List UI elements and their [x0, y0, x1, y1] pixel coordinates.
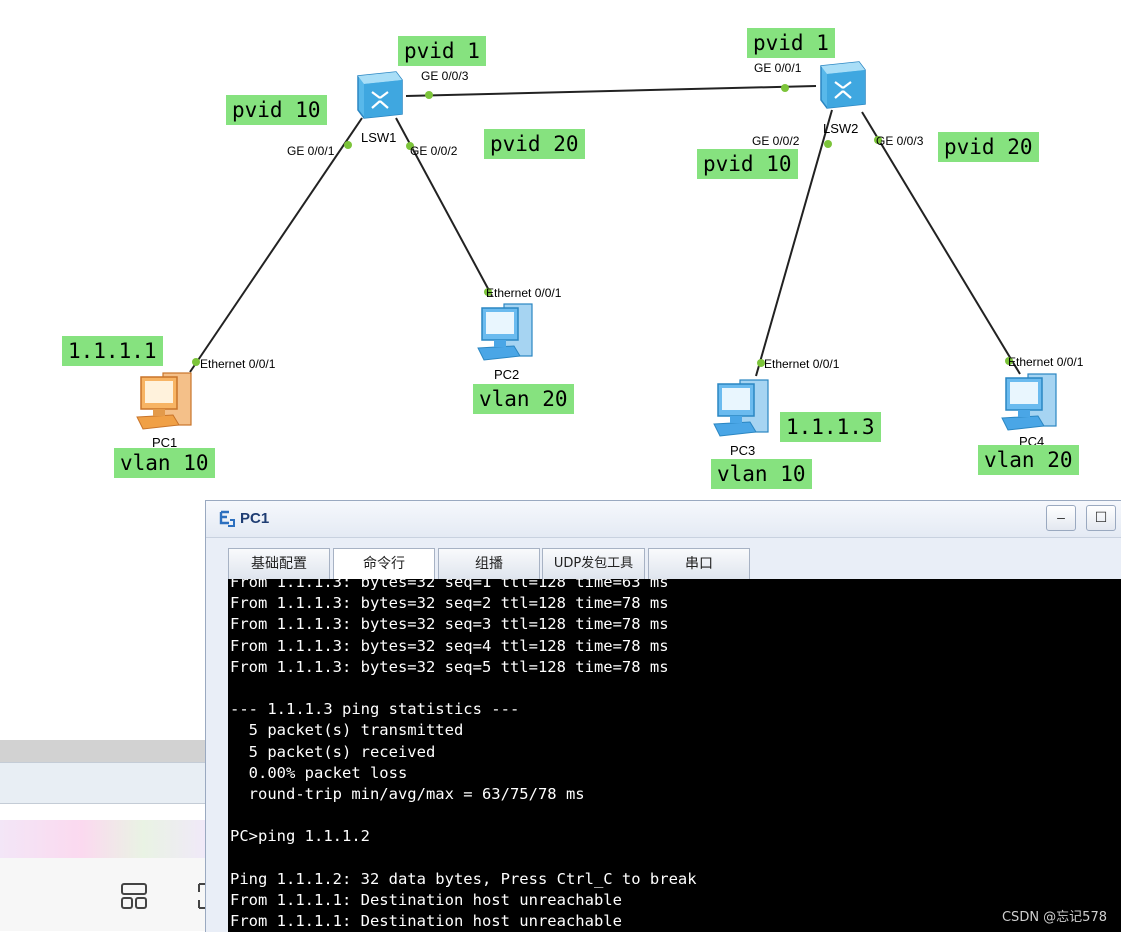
console-line: From 1.1.1.3: bytes=32 seq=2 ttl=128 tim… — [230, 594, 669, 613]
minimize-button[interactable]: – — [1046, 505, 1076, 531]
vlan-tag: vlan 10 — [711, 459, 812, 489]
window-title: PC1 — [240, 510, 270, 527]
port-dot — [781, 84, 789, 92]
console-line: From 1.1.1.1: Destination host unreachab… — [230, 912, 622, 931]
switch-label-lsw1: LSW1 — [361, 130, 397, 145]
console-line: From 1.1.1.3: bytes=32 seq=4 ttl=128 tim… — [230, 636, 669, 655]
port-label: Ethernet 0/0/1 — [764, 357, 840, 371]
background-app-gradient — [0, 820, 205, 858]
port-dot — [425, 91, 433, 99]
console-line: --- 1.1.1.3 ping statistics --- — [230, 700, 520, 719]
pvid-tag: pvid 1 — [398, 36, 486, 66]
tab-serial[interactable]: 串口 — [648, 548, 750, 579]
layout-grid-icon[interactable] — [120, 882, 148, 915]
background-app-bar — [0, 762, 205, 804]
links — [189, 85, 1021, 377]
console-line: From 1.1.1.3: bytes=32 seq=5 ttl=128 tim… — [230, 657, 669, 676]
console-line: From 1.1.1.1: Destination host unreachab… — [230, 891, 622, 910]
port-dot — [824, 140, 832, 148]
link-lsw1-pc1 — [189, 117, 363, 373]
pvid-tag: pvid 10 — [697, 149, 798, 179]
pc-icon[interactable] — [474, 298, 544, 369]
console-line: From 1.1.1.3: bytes=32 seq=3 ttl=128 tim… — [230, 615, 669, 634]
ip-tag: 1.1.1.1 — [62, 336, 163, 366]
tab-command-line[interactable]: 命令行 — [333, 548, 435, 579]
tab-basic-config[interactable]: 基础配置 — [228, 548, 330, 579]
pvid-tag: pvid 20 — [484, 129, 585, 159]
vlan-tag: vlan 20 — [978, 445, 1079, 475]
tab-multicast[interactable]: 组播 — [438, 548, 540, 579]
port-label: GE 0/0/3 — [421, 69, 469, 83]
background-app-toolbar — [0, 740, 205, 762]
console-line: PC>ping 1.1.1.2 — [230, 827, 370, 846]
port-dots — [192, 84, 1013, 367]
link-lsw1-lsw2 — [405, 85, 817, 97]
switch-icon[interactable] — [352, 70, 406, 125]
console-line: 0.00% packet loss — [230, 763, 408, 782]
pvid-tag: pvid 10 — [226, 95, 327, 125]
pvid-tag: pvid 1 — [747, 28, 835, 58]
switch-label-lsw2: LSW2 — [823, 121, 859, 136]
console-line: From 1.1.1.3: bytes=32 seq=1 ttl=128 tim… — [230, 579, 669, 591]
console-line: 5 packet(s) transmitted — [230, 721, 464, 740]
tab-udp-tool[interactable]: UDP发包工具 — [542, 548, 645, 579]
switch-icon[interactable] — [815, 60, 869, 115]
watermark: CSDN @忘记578 — [1001, 910, 1107, 925]
pc-icon[interactable] — [998, 368, 1068, 439]
port-label: Ethernet 0/0/1 — [486, 286, 562, 300]
pc-label-pc3: PC3 — [730, 443, 756, 458]
port-label: GE 0/0/1 — [287, 144, 335, 158]
port-label: Ethernet 0/0/1 — [200, 357, 276, 371]
pc1-window: PC1 – ☐ 基础配置 命令行 组播 UDP发包工具 串口 From 1.1.… — [205, 500, 1121, 932]
vlan-tag: vlan 10 — [114, 448, 215, 478]
port-label: Ethernet 0/0/1 — [1008, 355, 1084, 369]
port-label: GE 0/0/1 — [754, 61, 802, 75]
console-line: Ping 1.1.1.2: 32 data bytes, Press Ctrl_… — [230, 869, 697, 888]
pc-window-icon — [217, 509, 237, 534]
port-dot — [192, 358, 200, 366]
port-dot — [344, 141, 352, 149]
port-label: GE 0/0/2 — [410, 144, 458, 158]
console-line: 5 packet(s) received — [230, 742, 436, 761]
pvid-tag: pvid 20 — [938, 132, 1039, 162]
console-text: From 1.1.1.3: bytes=32 seq=1 ttl=128 tim… — [230, 579, 697, 932]
pc-icon[interactable] — [133, 367, 203, 438]
port-label: GE 0/0/3 — [876, 134, 924, 148]
background-app-footer — [0, 858, 205, 931]
window-titlebar[interactable]: PC1 – ☐ — [206, 501, 1121, 538]
ip-tag: 1.1.1.3 — [780, 412, 881, 442]
pc-label-pc2: PC2 — [494, 367, 520, 382]
maximize-button[interactable]: ☐ — [1086, 505, 1116, 531]
console-line: round-trip min/avg/max = 63/75/78 ms — [230, 785, 585, 804]
console-output[interactable]: From 1.1.1.3: bytes=32 seq=1 ttl=128 tim… — [228, 579, 1121, 932]
pc-icon[interactable] — [710, 374, 780, 445]
port-label: GE 0/0/2 — [752, 134, 800, 148]
vlan-tag: vlan 20 — [473, 384, 574, 414]
